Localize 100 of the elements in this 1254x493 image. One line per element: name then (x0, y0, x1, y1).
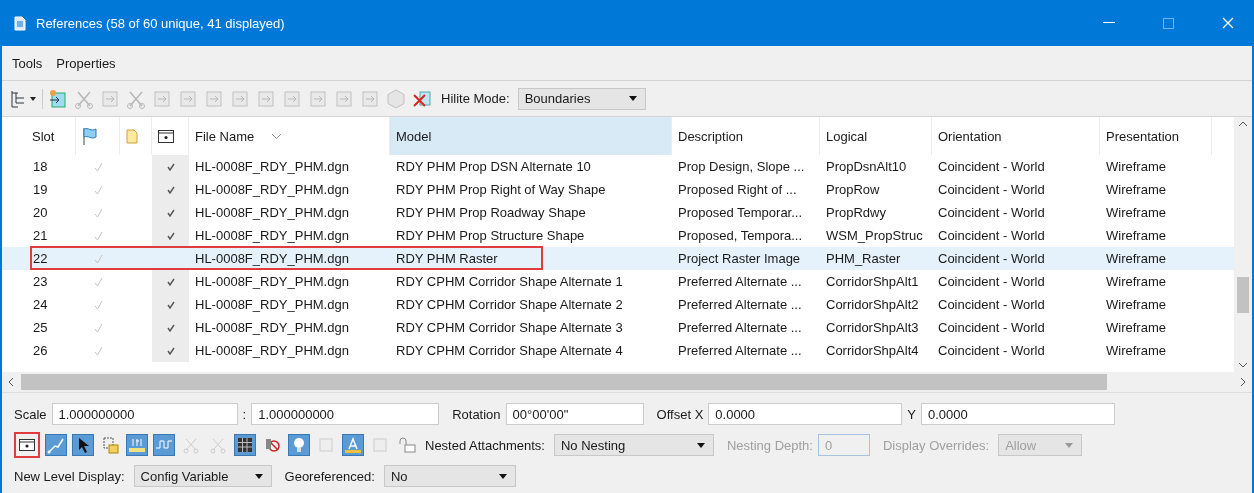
offset-x-label: Offset X (656, 406, 704, 422)
close-icon[interactable] (1222, 17, 1234, 29)
wave-toggle[interactable] (153, 434, 175, 456)
line-icon (47, 436, 65, 454)
column-header[interactable]: Slot (2, 117, 76, 155)
scroll-up-icon[interactable] (1239, 121, 1247, 126)
hilite-mode-label: Hilite Mode: (441, 91, 510, 106)
table-cell-text: 23 (32, 273, 49, 291)
column-header[interactable]: Model (390, 117, 672, 155)
table-cell-text: 19 (32, 181, 49, 199)
check-icon[interactable] (166, 208, 175, 217)
table-cell-text: Wireframe (1105, 273, 1167, 291)
grid-icon (236, 436, 254, 454)
pointer-toggle[interactable] (72, 434, 94, 456)
check-icon (93, 207, 103, 218)
table-row[interactable]: 20 HL-0008F_RDY_PHM.dgn RDY PHM Prop Roadway Shape Proposed Temporar... PropRdwy Coincident - World Wireframe (2, 201, 1234, 224)
sort-caret-icon (272, 133, 282, 139)
column-header[interactable]: Description (672, 117, 820, 155)
table-cell-text: Coincident - World (937, 158, 1046, 176)
offset-y-field[interactable]: 0.0000 (921, 403, 1115, 425)
table-cell-text: HL-0008F_RDY_PHM.dgn (194, 158, 350, 176)
column-header[interactable]: Logical (820, 117, 932, 155)
table-cell-text: RDY CPHM Corridor Shape Alternate 3 (395, 319, 624, 337)
table-cell-text: 26 (32, 342, 49, 360)
table-cell-text: RDY PHM Raster (395, 250, 499, 268)
grid-toggle[interactable] (234, 434, 256, 456)
table-row[interactable]: 26 HL-0008F_RDY_PHM.dgn RDY CPHM Corridor Shape Alternate 4 Preferred Alternate ... CorridorShpAlt4 Coincident - World Wireframe (2, 339, 1234, 362)
table-row[interactable]: 23 HL-0008F_RDY_PHM.dgn RDY CPHM Corridor Shape Alternate 1 Preferred Alternate ... CorridorShpAlt1 Coincident - World Wireframe (2, 270, 1234, 293)
table-cell-text: 18 (32, 158, 49, 176)
clip-icon (182, 436, 200, 454)
check-icon (93, 230, 103, 241)
table-cell-text: 25 (32, 319, 49, 337)
hilite-mode-dropdown[interactable]: Boundaries (517, 87, 646, 110)
check-icon[interactable] (166, 277, 175, 286)
caret-icon (254, 473, 263, 479)
table-row[interactable]: 19 HL-0008F_RDY_PHM.dgn RDY PHM Prop Right of Way Shape Proposed Right of ... PropRow Coincident - World Wireframe (2, 178, 1234, 201)
clip-icon (209, 436, 227, 454)
table-cell-text: Proposed Temporar... (677, 204, 804, 222)
table-cell-text: PHM_Raster (825, 250, 902, 268)
menu-item[interactable]: Tools (12, 55, 43, 71)
horizontal-scrollbar[interactable] (2, 372, 1252, 393)
bulb-toggle[interactable] (288, 434, 310, 456)
table-cell-text: Wireframe (1105, 296, 1167, 314)
table-cell-text: Coincident - World (937, 204, 1046, 222)
caret-icon (1065, 442, 1074, 448)
nested-attachments-dropdown[interactable]: No Nesting (553, 434, 714, 456)
table-row[interactable]: 24 HL-0008F_RDY_PHM.dgn RDY CPHM Corridor Shape Alternate 2 Preferred Alternate ... CorridorShpAlt2 Coincident - World Wireframe (2, 293, 1234, 316)
nesting-depth-label: Nesting Depth: (726, 437, 813, 453)
table-cell-text: PropRdwy (825, 204, 887, 222)
check-icon[interactable] (166, 300, 175, 309)
check-icon[interactable] (166, 346, 175, 355)
georeferenced-dropdown[interactable]: No (383, 465, 516, 487)
vertical-scrollbar[interactable] (1234, 117, 1252, 372)
offset-x-field[interactable]: 0.0000 (708, 403, 903, 425)
scroll-thumb[interactable] (21, 374, 1107, 390)
check-icon[interactable] (166, 323, 175, 332)
column-header[interactable]: Orientation (932, 117, 1100, 155)
table-cell-text: Proposed, Tempora... (677, 227, 804, 245)
minimize-icon[interactable] (1103, 22, 1115, 24)
table-cell-text: CorridorShpAlt1 (825, 273, 920, 291)
table-cell-text: HL-0008F_RDY_PHM.dgn (194, 342, 350, 360)
check-icon[interactable] (166, 162, 175, 171)
table-cell-text: 21 (32, 227, 49, 245)
table-cell-text: Preferred Alternate ... (677, 342, 803, 360)
document-icon (14, 15, 26, 31)
caret-icon (696, 442, 705, 448)
table-cell-text: Wireframe (1105, 227, 1167, 245)
table-cell-text: RDY PHM Prop DSN Alternate 10 (395, 158, 592, 176)
table-row[interactable]: 18 HL-0008F_RDY_PHM.dgn RDY PHM Prop DSN Alternate 10 Prop Design, Slope ... PropDsnAlt10 Coincident - World Wireframe (2, 155, 1234, 178)
table-row[interactable]: 22 HL-0008F_RDY_PHM.dgn RDY PHM Raster Project Raster Image PHM_Raster Coincident - World Wireframe (2, 247, 1234, 270)
window-title: References (58 of 60 unique, 41 displayed) (36, 15, 285, 31)
column-header[interactable]: Presentation (1100, 117, 1212, 155)
display-toggle[interactable] (14, 432, 40, 458)
display-overrides-label: Display Overrides: (882, 437, 990, 453)
table-cell-text: PropRow (825, 181, 881, 199)
scale-field[interactable]: 1.000000000 (251, 403, 440, 425)
scroll-thumb[interactable] (1237, 276, 1249, 313)
scroll-down-icon[interactable] (1239, 363, 1247, 368)
scale-field[interactable]: 1.000000000 (51, 403, 238, 425)
table-cell-text: RDY CPHM Corridor Shape Alternate 4 (395, 342, 624, 360)
check-icon[interactable] (166, 185, 175, 194)
rotation-field[interactable]: 00°00'00" (505, 403, 644, 425)
nested-attachments-label: Nested Attachments: (425, 437, 545, 453)
menu-item[interactable]: Properties (56, 55, 116, 71)
line-toggle[interactable] (45, 434, 67, 456)
table-cell-text: Wireframe (1105, 319, 1167, 337)
georeferenced-label: Georeferenced: (284, 468, 375, 484)
scroll-right-icon[interactable] (1241, 378, 1246, 386)
lock-icon (101, 436, 119, 454)
check-icon[interactable] (166, 231, 175, 240)
new-level-display-dropdown[interactable]: Config Variable (133, 465, 272, 487)
scroll-left-icon[interactable] (8, 378, 13, 386)
table-cell-text: CorridorShpAlt3 (825, 319, 920, 337)
table-cell-text: Wireframe (1105, 204, 1167, 222)
attach-icon[interactable] (47, 87, 69, 110)
table-row[interactable]: 25 HL-0008F_RDY_PHM.dgn RDY CPHM Corridor Shape Alternate 3 Preferred Alternate ... CorridorShpAlt3 Coincident - World Wireframe (2, 316, 1234, 339)
text-toggle[interactable] (342, 434, 364, 456)
tree-view-button[interactable] (10, 88, 43, 109)
table-row[interactable]: 21 HL-0008F_RDY_PHM.dgn RDY PHM Prop Structure Shape Proposed, Tempora... WSM_PropStruc Coincident - World Wireframe (2, 224, 1234, 247)
table-cell-text: CorridorShpAlt2 (825, 296, 920, 314)
